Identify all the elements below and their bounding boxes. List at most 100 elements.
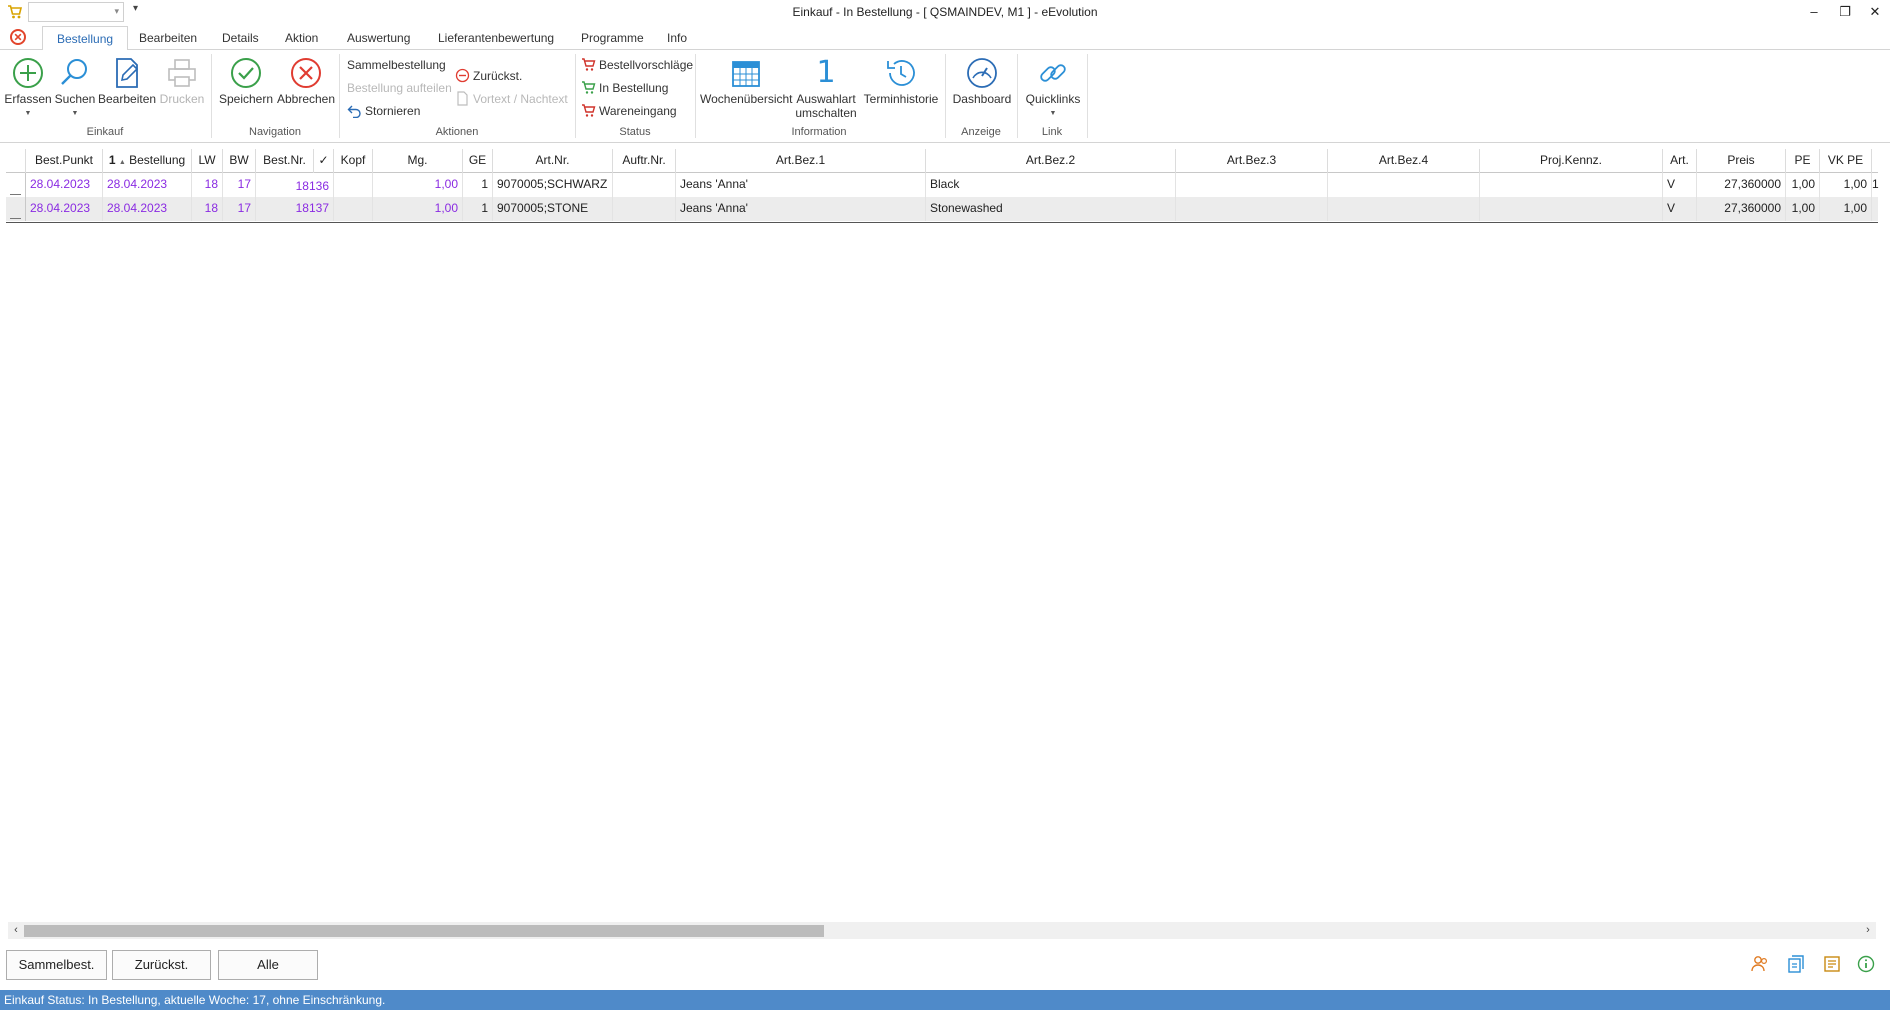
cell-bw[interactable]: 17: [223, 197, 256, 221]
cell-art-bez1[interactable]: Jeans 'Anna': [676, 197, 926, 221]
cell-proj-kennz[interactable]: [1480, 197, 1663, 221]
tab-info[interactable]: Info: [653, 29, 701, 50]
column-header-best-punkt[interactable]: Best.Punkt: [26, 149, 103, 173]
column-header-art-bez1[interactable]: Art.Bez.1: [676, 149, 926, 173]
column-header-bw[interactable]: BW: [223, 149, 256, 173]
cell-overflow[interactable]: 1: [1872, 173, 1880, 197]
scroll-left-icon[interactable]: ‹: [8, 922, 24, 939]
abbrechen-button[interactable]: Abbrechen: [276, 56, 336, 106]
tab-lieferantenbewertung[interactable]: Lieferantenbewertung: [424, 29, 568, 50]
column-header-mg[interactable]: Mg.: [373, 149, 463, 173]
cell-auftr-nr[interactable]: [613, 197, 676, 221]
cell-art-bez3[interactable]: [1176, 173, 1328, 197]
tab-aktion[interactable]: Aktion: [271, 29, 332, 50]
cell-lw[interactable]: 18: [192, 173, 223, 197]
column-header-preis[interactable]: Preis: [1697, 149, 1786, 173]
column-header-art[interactable]: Art.: [1663, 149, 1697, 173]
horizontal-scrollbar[interactable]: ‹ ›: [8, 922, 1876, 939]
close-button[interactable]: ✕: [1860, 0, 1890, 24]
cell-lw[interactable]: 18: [192, 197, 223, 221]
cell-best-nr[interactable]: 18137: [256, 197, 334, 221]
tab-details[interactable]: Details: [208, 29, 273, 50]
column-header-art-bez4[interactable]: Art.Bez.4: [1328, 149, 1480, 173]
cell-best-punkt[interactable]: 28.04.2023: [26, 197, 103, 221]
cell-art-bez2[interactable]: Stonewashed: [926, 197, 1176, 221]
column-header-art-bez3[interactable]: Art.Bez.3: [1176, 149, 1328, 173]
cell-ge[interactable]: 1: [463, 197, 493, 221]
alle-button[interactable]: Alle: [218, 950, 318, 980]
column-header-vk-pe[interactable]: VK PE: [1820, 149, 1872, 173]
wareneingang-button[interactable]: Wareneingang: [581, 102, 677, 121]
column-header-lw[interactable]: LW: [192, 149, 223, 173]
bestellung-aufteilen-button[interactable]: Bestellung aufteilen: [347, 79, 452, 98]
suchen-button[interactable]: Suchen ▼: [52, 56, 98, 121]
cell-art-bez3[interactable]: [1176, 197, 1328, 221]
bestellvorschlaege-button[interactable]: Bestellvorschläge: [581, 56, 693, 75]
cell-kopf[interactable]: [334, 173, 373, 197]
stornieren-button[interactable]: Stornieren: [347, 102, 420, 121]
notes-icon[interactable]: [1822, 954, 1842, 974]
erfassen-button[interactable]: Erfassen ▼: [4, 56, 52, 121]
column-header-art-bez2[interactable]: Art.Bez.2: [926, 149, 1176, 173]
column-header-ge[interactable]: GE: [463, 149, 493, 173]
cell-art-bez4[interactable]: [1328, 173, 1480, 197]
quicklinks-button[interactable]: Quicklinks ▼: [1022, 56, 1084, 121]
cell-proj-kennz[interactable]: [1480, 173, 1663, 197]
in-bestellung-button[interactable]: In Bestellung: [581, 79, 668, 98]
tab-auswertung[interactable]: Auswertung: [333, 29, 424, 50]
vortext-nachtext-button[interactable]: Vortext / Nachtext: [455, 90, 568, 109]
cell-bestellung[interactable]: 28.04.2023: [103, 173, 192, 197]
cell-art-nr[interactable]: 9070005;SCHWARZ: [493, 173, 613, 197]
column-header-art-nr[interactable]: Art.Nr.: [493, 149, 613, 173]
auswahlart-umschalten-button[interactable]: 1 Auswahlart umschalten: [794, 56, 858, 121]
cell-art-bez4[interactable]: [1328, 197, 1480, 221]
drucken-button[interactable]: Drucken: [158, 56, 206, 106]
minimize-button[interactable]: –: [1799, 0, 1829, 24]
column-header-auftr-nr[interactable]: Auftr.Nr.: [613, 149, 676, 173]
column-header-bestellung[interactable]: 1 ▲ Bestellung: [103, 149, 192, 173]
table-row[interactable]: 28.04.2023 28.04.2023 18 17 18136 1,00 1…: [6, 173, 1880, 197]
table-row[interactable]: 28.04.2023 28.04.2023 18 17 18137 1,00 1…: [6, 197, 1878, 221]
tab-programme[interactable]: Programme: [567, 29, 658, 50]
cell-art-nr[interactable]: 9070005;STONE: [493, 197, 613, 221]
maximize-button[interactable]: ❐: [1830, 0, 1860, 24]
tab-bestellung[interactable]: Bestellung: [42, 26, 129, 51]
cell-pe[interactable]: 1,00: [1786, 173, 1820, 197]
row-selector[interactable]: [6, 173, 26, 197]
scroll-right-icon[interactable]: ›: [1860, 922, 1876, 939]
info-icon[interactable]: [1856, 954, 1876, 974]
zurueckstellen-button[interactable]: Zurückst.: [455, 67, 522, 86]
cell-preis[interactable]: 27,360000: [1697, 173, 1786, 197]
cell-auftr-nr[interactable]: [613, 173, 676, 197]
cell-kopf[interactable]: [334, 197, 373, 221]
zurueckst-button[interactable]: Zurückst.: [112, 950, 211, 980]
documents-icon[interactable]: [1786, 954, 1806, 974]
cell-art[interactable]: V: [1663, 173, 1697, 197]
terminhistorie-button[interactable]: Terminhistorie: [861, 56, 941, 106]
cell-art[interactable]: V: [1663, 197, 1697, 221]
bearbeiten-button[interactable]: Bearbeiten: [98, 56, 156, 106]
users-icon[interactable]: [1750, 954, 1770, 974]
sammelbestellung-button[interactable]: Sammelbestellung: [347, 56, 446, 75]
sammelbest-button[interactable]: Sammelbest.: [6, 950, 107, 980]
cell-ge[interactable]: 1: [463, 173, 493, 197]
column-header-pe[interactable]: PE: [1786, 149, 1820, 173]
cell-best-punkt[interactable]: 28.04.2023: [26, 173, 103, 197]
cell-pe[interactable]: 1,00: [1786, 197, 1820, 221]
cell-vk-pe[interactable]: 1,00: [1820, 197, 1872, 221]
cell-mg[interactable]: 1,00: [373, 197, 463, 221]
app-menu-icon[interactable]: [8, 28, 28, 46]
cell-bestellung[interactable]: 28.04.2023: [103, 197, 192, 221]
cell-best-nr[interactable]: 18136: [256, 173, 334, 197]
tab-bearbeiten[interactable]: Bearbeiten: [125, 29, 211, 50]
wochenuebersicht-button[interactable]: Wochenübersicht: [700, 56, 793, 106]
cell-preis[interactable]: 27,360000: [1697, 197, 1786, 221]
cell-mg[interactable]: 1,00: [373, 173, 463, 197]
cell-vk-pe[interactable]: 1,00: [1820, 173, 1872, 197]
cell-art-bez1[interactable]: Jeans 'Anna': [676, 173, 926, 197]
speichern-button[interactable]: Speichern: [216, 56, 276, 106]
cell-bw[interactable]: 17: [223, 173, 256, 197]
column-header-best-nr[interactable]: Best.Nr.: [256, 149, 314, 173]
column-header-proj-kennz[interactable]: Proj.Kennz.: [1480, 149, 1663, 173]
scrollbar-thumb[interactable]: [24, 925, 824, 937]
